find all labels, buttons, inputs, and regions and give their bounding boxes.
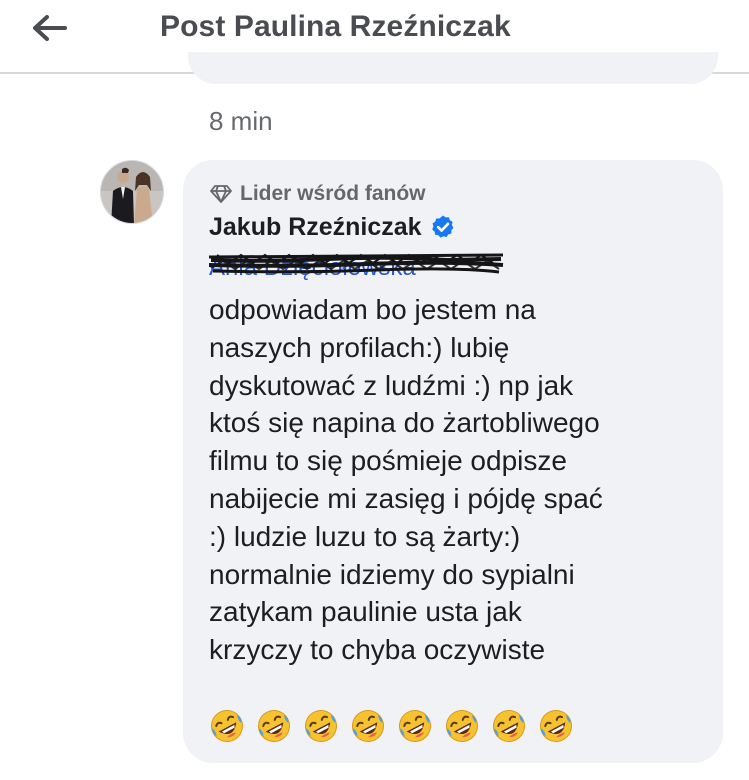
- fan-badge: Lider wśród fanów: [210, 180, 426, 208]
- rolling-on-the-floor-laughing-emoji: [305, 710, 337, 742]
- diamond-icon: [210, 185, 232, 203]
- rolling-on-the-floor-laughing-emoji: [352, 710, 384, 742]
- comment-line: nabijecie mi zasięg i pójdę spać: [209, 482, 603, 514]
- back-button[interactable]: [28, 8, 72, 48]
- rolling-on-the-floor-laughing-emoji: [493, 710, 525, 742]
- arrow-left-icon: [33, 15, 67, 41]
- comment-line: krzyczy to chyba oczywiste: [209, 634, 546, 666]
- comment-timestamp[interactable]: 8 min: [209, 106, 273, 137]
- comment-body: odpowiadam bo jestem na naszych profilac…: [209, 291, 709, 669]
- comment-line: zatykam paulinie usta jak: [209, 596, 522, 628]
- fan-badge-label: Lider wśród fanów: [240, 182, 426, 205]
- comment-line: filmu to się pośmieje odpisze: [209, 445, 567, 477]
- rolling-on-the-floor-laughing-emoji: [540, 710, 572, 742]
- rolling-on-the-floor-laughing-emoji: [258, 710, 290, 742]
- post-comments-screen: Post Paulina Rzeźniczak 8 min Lider wśró…: [0, 0, 749, 780]
- avatar-photo: [101, 161, 163, 223]
- previous-comment-bubble: [188, 52, 718, 84]
- verified-badge-icon: [431, 215, 453, 238]
- comment-line: naszych profilach:) lubię: [209, 331, 510, 363]
- mention-link[interactable]: Ania Dzięciołowska: [209, 251, 416, 285]
- page-title: Post Paulina Rzeźniczak: [160, 10, 511, 43]
- comment-line: dyskutować z ludźmi :) np jak: [209, 369, 574, 401]
- comment-line: odpowiadam bo jestem na: [209, 294, 536, 325]
- avatar[interactable]: [100, 160, 164, 224]
- comment-author[interactable]: Jakub Rzeźniczak: [209, 210, 456, 244]
- rolling-on-the-floor-laughing-emoji: [446, 710, 478, 742]
- comment-line: :) ludzie luzu to są żarty:): [209, 520, 521, 552]
- emoji-row: [209, 708, 574, 748]
- rolling-on-the-floor-laughing-emoji: [211, 710, 243, 742]
- author-name[interactable]: Jakub Rzeźniczak: [209, 213, 422, 242]
- rolling-on-the-floor-laughing-emoji: [399, 710, 431, 742]
- comment-line: normalnie idziemy do sypialni: [209, 558, 575, 590]
- mention-line: Ania Dzięciołowska: [208, 251, 504, 285]
- comment-line: ktoś się napina do żartobliwego: [209, 407, 600, 439]
